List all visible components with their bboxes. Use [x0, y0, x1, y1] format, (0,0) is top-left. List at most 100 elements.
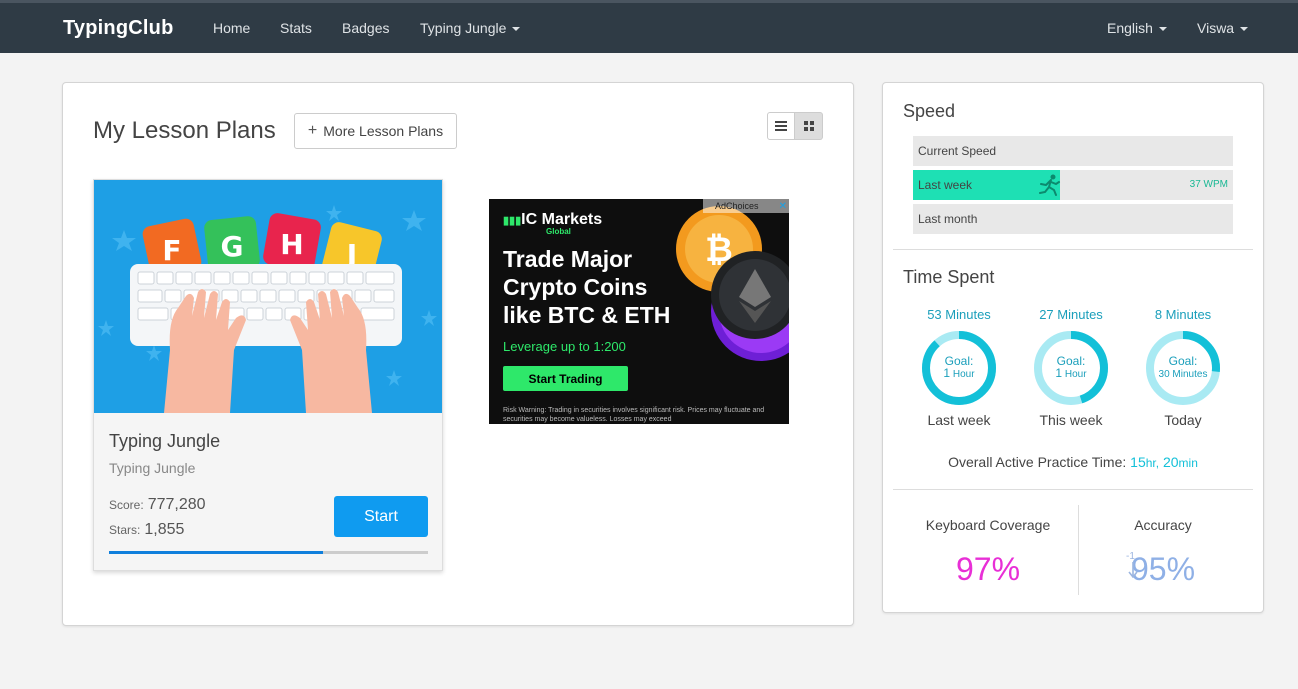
lesson-card[interactable]: F G H J Typing Jungle Typing Jungle Scor… [93, 179, 443, 571]
time-spent-title: Time Spent [903, 267, 995, 287]
ring-goal: Goal: 1 Hour [1033, 355, 1109, 381]
goal-label: Goal: [1056, 354, 1086, 368]
lesson-key-letter: G [221, 230, 244, 263]
ad-headline: Trade Major Crypto Coins like BTC & ETH [503, 246, 671, 328]
caret-down-icon [1158, 27, 1167, 32]
ad-start-trading-button[interactable]: Start Trading [503, 366, 628, 391]
lesson-plans-panel: My Lesson Plans + More Lesson Plans F G … [62, 82, 854, 626]
lesson-progress-bar [109, 551, 428, 554]
lesson-progress-fill [109, 551, 323, 554]
nav-home[interactable]: Home [213, 20, 250, 36]
navbar: TypingClub Home Stats Badges Typing Jung… [0, 0, 1298, 53]
speed-title: Speed [903, 101, 956, 121]
goal-value: 30 Minutes [1145, 367, 1221, 381]
time-ring-last-week: 53 Minutes Goal: 1 Hour Last week [903, 307, 1015, 428]
overall-practice-time: Overall Active Practice Time: 15hr, 20mi… [883, 454, 1263, 470]
view-toggle [767, 112, 823, 140]
lesson-key-letter: H [280, 228, 303, 261]
ring-period-label: This week [1039, 412, 1103, 428]
user-name: Viswa [1197, 20, 1235, 36]
runner-icon [1039, 174, 1060, 196]
overall-hours: 15 [1130, 454, 1146, 470]
ring-chart: Goal: 1 Hour [1033, 330, 1109, 406]
more-lesson-plans-button[interactable]: + More Lesson Plans [294, 113, 457, 149]
goal-unit: Hour [952, 369, 975, 380]
speed-row-label: Last month [918, 212, 978, 226]
stars-row: Stars: 1,855 [109, 521, 184, 539]
close-icon[interactable]: ✕ [779, 200, 787, 214]
divider [893, 489, 1253, 490]
accuracy-delta: -1 [1126, 551, 1138, 578]
ring-period-label: Today [1164, 412, 1202, 428]
lesson-card-title[interactable]: Typing Jungle [109, 431, 220, 452]
overall-minutes: 20 [1162, 454, 1179, 470]
goal-number: 1 [1055, 366, 1063, 380]
lesson-card-subtitle: Typing Jungle [109, 460, 196, 476]
keyboard-coverage: Keyboard Coverage 97% [893, 503, 1083, 588]
caret-down-icon [512, 27, 521, 32]
speed-row-last-month: Last month [913, 204, 1233, 234]
ad-choices-label: AdChoices [715, 201, 759, 211]
speed-row-label: Current Speed [918, 144, 997, 158]
goal-value: 1 Hour [1033, 367, 1109, 381]
list-view-button[interactable] [767, 112, 795, 140]
arrow-down-icon [1128, 562, 1138, 578]
nav-badges[interactable]: Badges [342, 20, 389, 36]
ring-chart: Goal: 1 Hour [921, 330, 997, 406]
nav-typing-jungle-label: Typing Jungle [420, 20, 507, 36]
brand-logo[interactable]: TypingClub [63, 17, 174, 40]
speed-row-last-week: Last week 37 WPM [913, 170, 1233, 200]
nav-stats[interactable]: Stats [280, 20, 312, 36]
stars-value: 1,855 [144, 521, 185, 538]
overall-minutes-unit: min [1178, 456, 1198, 470]
stats-panel: Speed Current Speed Last week 37 WPM Las… [882, 82, 1264, 613]
accuracy-delta-value: -1 [1126, 551, 1135, 562]
ring-minutes: 8 Minutes [1154, 307, 1212, 322]
speed-wpm: 37 WPM [1189, 179, 1228, 190]
grid-view-button[interactable] [795, 112, 823, 140]
keyboard-coverage-value: 97% [955, 551, 1021, 587]
keyboard-coverage-label: Keyboard Coverage [925, 517, 1051, 533]
lesson-card-image: F G H J [94, 180, 442, 413]
user-dropdown[interactable]: Viswa [1197, 20, 1249, 36]
ad-logo-sub: Global [546, 227, 571, 236]
accuracy-value: 95% [1130, 551, 1196, 587]
overall-label: Overall Active Practice Time: [948, 454, 1127, 470]
ring-period-label: Last week [927, 412, 991, 428]
overall-hours-unit: hr, [1145, 456, 1160, 470]
ad-banner[interactable]: ₿ ▮▮▮IC Markets Global Trade Major Crypt… [489, 199, 789, 424]
ring-chart: Goal: 30 Minutes [1145, 330, 1221, 406]
score-value: 777,280 [147, 496, 206, 513]
ring-goal: Goal: 1 Hour [921, 355, 997, 381]
goal-unit: 30 Minutes [1158, 369, 1208, 380]
goal-label: Goal: [1168, 354, 1198, 368]
goal-number: 1 [943, 366, 951, 380]
language-label: English [1107, 20, 1153, 36]
goal-value: 1 Hour [921, 367, 997, 381]
bars-icon: ▮▮▮ [503, 215, 522, 227]
grid-icon [803, 121, 814, 131]
time-ring-this-week: 27 Minutes Goal: 1 Hour This week [1015, 307, 1127, 428]
goal-unit: Hour [1064, 369, 1087, 380]
language-dropdown[interactable]: English [1107, 20, 1167, 36]
score-label: Score: [109, 498, 144, 512]
accuracy: Accuracy 95% -1 [1078, 503, 1248, 588]
ring-minutes: 53 Minutes [927, 307, 991, 322]
ring-minutes: 27 Minutes [1039, 307, 1103, 322]
page-title: My Lesson Plans [93, 117, 276, 144]
more-lesson-plans-label: More Lesson Plans [323, 123, 444, 139]
speed-row-current: Current Speed [913, 136, 1233, 166]
start-button[interactable]: Start [334, 496, 428, 537]
list-icon [775, 121, 787, 131]
ad-choices[interactable]: AdChoices ✕ [703, 199, 789, 213]
stars-label: Stars: [109, 523, 141, 537]
speed-row-label: Last week [918, 178, 973, 192]
ad-leverage: Leverage up to 1:200 [503, 339, 626, 354]
caret-down-icon [1240, 27, 1249, 32]
nav-typing-jungle-dropdown[interactable]: Typing Jungle [420, 20, 521, 36]
time-ring-today: 8 Minutes Goal: 30 Minutes Today [1127, 307, 1239, 428]
ring-goal: Goal: 30 Minutes [1145, 355, 1221, 381]
plus-icon: + [307, 122, 318, 139]
goal-label: Goal: [944, 354, 974, 368]
score-row: Score: 777,280 [109, 496, 206, 514]
